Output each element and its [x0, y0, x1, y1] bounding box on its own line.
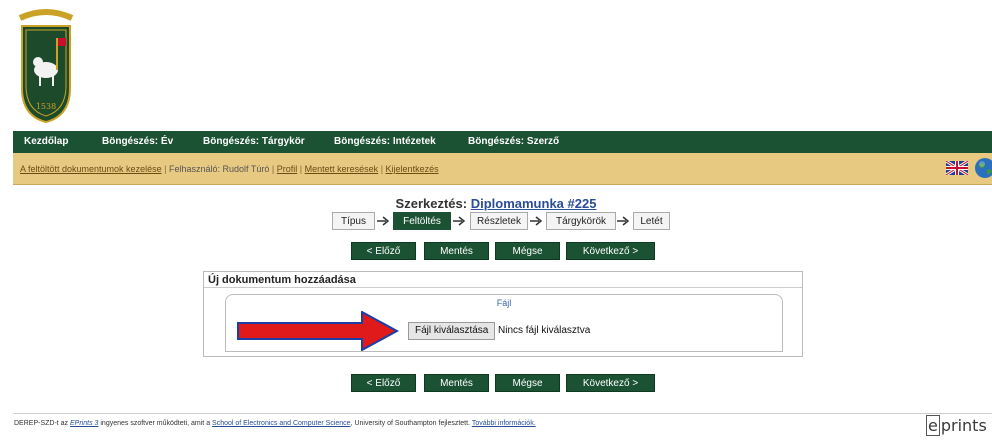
footer-text-part: , University of Southampton fejlesztett. [350, 420, 472, 427]
panel-title: Új dokumentum hozzáadása [204, 272, 802, 288]
nav-browse-author[interactable]: Böngészés: Szerző [468, 136, 559, 147]
nav-browse-subject[interactable]: Böngészés: Tárgykör [203, 136, 305, 147]
choose-file-button[interactable]: Fájl kiválasztása [408, 322, 496, 340]
save-button[interactable]: Mentés [424, 374, 489, 392]
nav-browse-institute[interactable]: Böngészés: Intézetek [334, 136, 436, 147]
page-title: Szerkeztés: Diplomamunka #225 [0, 196, 992, 211]
action-buttons-bottom: < Előző Mentés Mégse Következő > [0, 374, 992, 392]
separator: | [299, 164, 303, 174]
nav-home[interactable]: Kezdőlap [24, 136, 68, 147]
previous-button[interactable]: < Előző [351, 242, 416, 260]
cancel-button[interactable]: Mégse [495, 374, 560, 392]
arrow-right-icon [453, 216, 466, 226]
stage-subjects[interactable]: Tárgykörök [546, 212, 616, 230]
stage-details[interactable]: Részletek [470, 212, 528, 230]
globe-icon[interactable] [974, 157, 992, 179]
ecs-link[interactable]: School of Electronics and Computer Scien… [212, 420, 351, 427]
eprints-logo[interactable]: e prints [926, 415, 987, 436]
cancel-button[interactable]: Mégse [495, 242, 560, 260]
user-bar-links: A feltöltött dokumentumok kezelése | Fel… [20, 164, 439, 174]
item-link[interactable]: Diplomamunka #225 [471, 196, 597, 211]
eprints-logo-e: e [926, 415, 940, 436]
logged-in-user: Felhasználó: Rudolf Túró [168, 164, 270, 174]
nav-browse-year[interactable]: Böngészés: Év [102, 136, 173, 147]
saved-searches-link[interactable]: Mentett keresések [305, 164, 379, 174]
footer-text-part: DEREP-SZD-t az [14, 420, 71, 427]
uk-flag-icon[interactable] [946, 161, 968, 175]
manage-deposits-link[interactable]: A feltöltött dokumentumok kezelése [20, 164, 162, 174]
logout-link[interactable]: Kijelentkezés [386, 164, 439, 174]
next-button[interactable]: Következő > [566, 374, 655, 392]
more-info-link[interactable]: További információk. [472, 420, 536, 427]
svg-text:1538: 1538 [36, 102, 56, 111]
stage-upload[interactable]: Feltöltés [393, 212, 451, 230]
arrow-right-icon [617, 216, 630, 226]
no-file-status: Nincs fájl kiválasztva [498, 325, 591, 336]
action-buttons-top: < Előző Mentés Mégse Következő > [0, 242, 992, 260]
separator: | [271, 164, 275, 174]
annotation-arrow-icon [237, 311, 399, 351]
eprints-link[interactable]: EPrints 3 [70, 420, 98, 427]
footer-text-part: ingyenes szoftver működteti, amit a [98, 420, 213, 427]
eprints-logo-text: prints [940, 416, 987, 435]
page-title-prefix: Szerkeztés: [395, 196, 468, 211]
save-button[interactable]: Mentés [424, 242, 489, 260]
university-crest-icon: 1538 [18, 9, 74, 124]
file-legend: Fájl [496, 298, 512, 308]
separator: | [164, 164, 167, 174]
stage-deposit[interactable]: Letét [633, 212, 670, 230]
main-nav: Kezdőlap Böngészés: Év Böngészés: Tárgyk… [13, 131, 992, 153]
footer-text: DEREP-SZD-t az EPrints 3 ingyenes szoftv… [14, 420, 536, 427]
user-bar: A feltöltött dokumentumok kezelése | Fel… [13, 153, 992, 185]
arrow-right-icon [377, 216, 390, 226]
stage-type[interactable]: Típus [332, 212, 375, 230]
separator: | [380, 164, 384, 174]
footer-divider [13, 413, 992, 414]
profile-link[interactable]: Profil [277, 164, 298, 174]
previous-button[interactable]: < Előző [351, 374, 416, 392]
arrow-right-icon [530, 216, 543, 226]
next-button[interactable]: Következő > [566, 242, 655, 260]
workflow-stages: Típus Feltöltés Részletek Tárgykörök Let… [0, 212, 992, 232]
